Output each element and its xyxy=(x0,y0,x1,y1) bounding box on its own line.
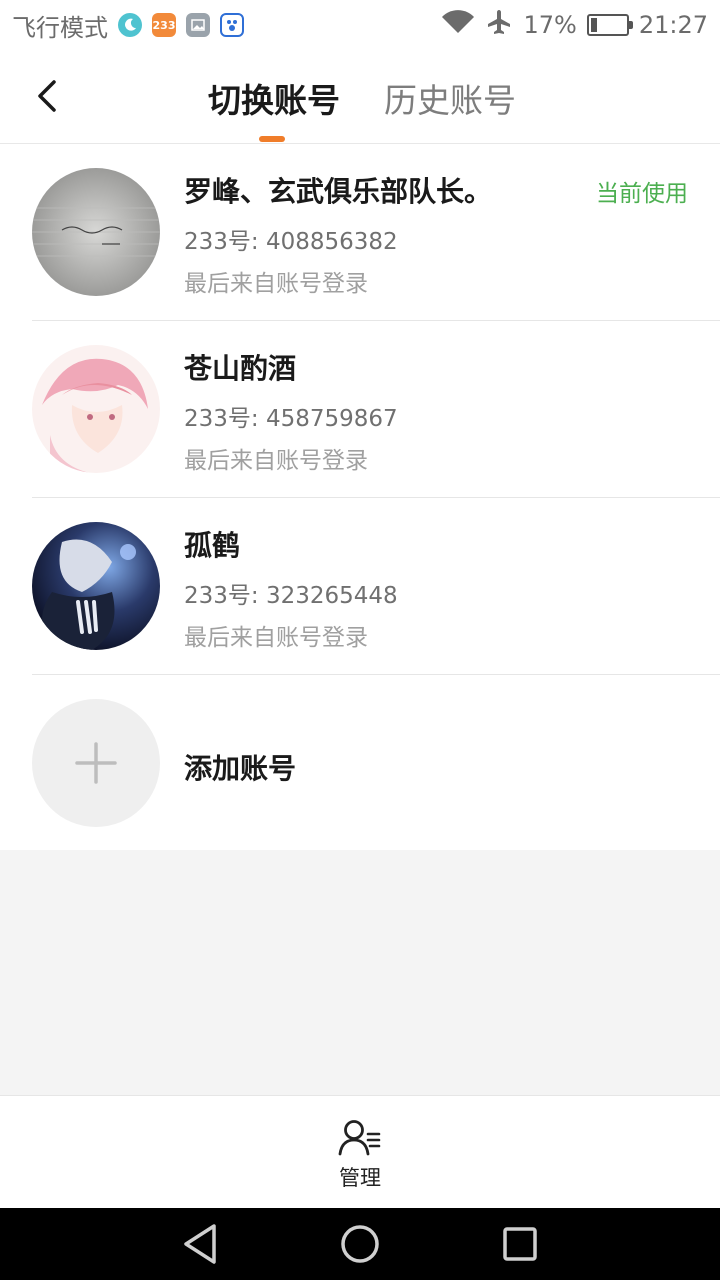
nav-recents-button[interactable] xyxy=(498,1222,542,1266)
avatar xyxy=(32,522,160,650)
status-bar: 飞行模式 233 17% 21:27 xyxy=(0,0,720,50)
bottom-bar: 管理 xyxy=(0,1095,720,1208)
back-button[interactable] xyxy=(26,72,66,120)
nav-back-button[interactable] xyxy=(178,1222,222,1266)
avatar xyxy=(32,168,160,296)
chevron-left-icon xyxy=(38,80,56,112)
triangle-back-icon xyxy=(184,1224,216,1264)
status-right: 17% 21:27 xyxy=(441,8,708,42)
manage-user-icon xyxy=(338,1120,381,1156)
account-row[interactable]: 苍山酌酒 233号: 458759867 最后来自账号登录 xyxy=(0,321,720,498)
wifi-icon xyxy=(441,9,475,41)
baidu-icon xyxy=(220,13,244,37)
active-tab-indicator xyxy=(259,136,285,142)
add-avatar-placeholder xyxy=(32,699,160,827)
header: 切换账号 历史账号 xyxy=(0,50,720,144)
account-list: 罗峰、玄武俱乐部队长。 当前使用 233号: 408856382 最后来自账号登… xyxy=(0,144,720,850)
circle-home-icon xyxy=(341,1225,379,1263)
tab-switch-account[interactable]: 切换账号 xyxy=(208,74,340,122)
battery-percent: 17% xyxy=(523,11,577,39)
system-nav-bar xyxy=(0,1208,720,1280)
airplane-icon xyxy=(485,8,513,42)
manage-label: 管理 xyxy=(339,1166,381,1190)
square-recents-icon xyxy=(503,1227,537,1261)
tab-history-account[interactable]: 历史账号 xyxy=(384,74,516,122)
account-name: 罗峰、玄武俱乐部队长。 xyxy=(184,175,493,208)
last-login-info: 最后来自账号登录 xyxy=(184,625,368,651)
current-use-badge: 当前使用 xyxy=(596,181,688,207)
account-name: 苍山酌酒 xyxy=(184,352,297,385)
account-id: 233号: 323265448 xyxy=(184,583,398,609)
manage-button[interactable]: 管理 xyxy=(320,1114,400,1194)
last-login-info: 最后来自账号登录 xyxy=(184,448,368,474)
add-account-label: 添加账号 xyxy=(184,752,297,785)
clock: 21:27 xyxy=(638,11,708,39)
airplane-mode-text: 飞行模式 xyxy=(12,13,108,42)
account-id: 233号: 408856382 xyxy=(184,229,398,255)
last-login-info: 最后来自账号登录 xyxy=(184,271,368,297)
battery-icon xyxy=(586,14,633,36)
moon-icon xyxy=(118,13,142,37)
account-id: 233号: 458759867 xyxy=(184,406,398,432)
gallery-icon xyxy=(186,13,210,37)
status-left: 飞行模式 233 xyxy=(12,8,244,43)
account-row[interactable]: 孤鹤 233号: 323265448 最后来自账号登录 xyxy=(0,498,720,675)
app-233-icon: 233 xyxy=(152,13,176,37)
avatar xyxy=(32,345,160,473)
nav-home-button[interactable] xyxy=(338,1222,382,1266)
add-account-button[interactable]: 添加账号 xyxy=(0,675,720,850)
plus-icon xyxy=(75,742,117,784)
battery-fill xyxy=(590,18,597,32)
account-row[interactable]: 罗峰、玄武俱乐部队长。 当前使用 233号: 408856382 最后来自账号登… xyxy=(0,144,720,321)
account-name: 孤鹤 xyxy=(184,529,241,562)
